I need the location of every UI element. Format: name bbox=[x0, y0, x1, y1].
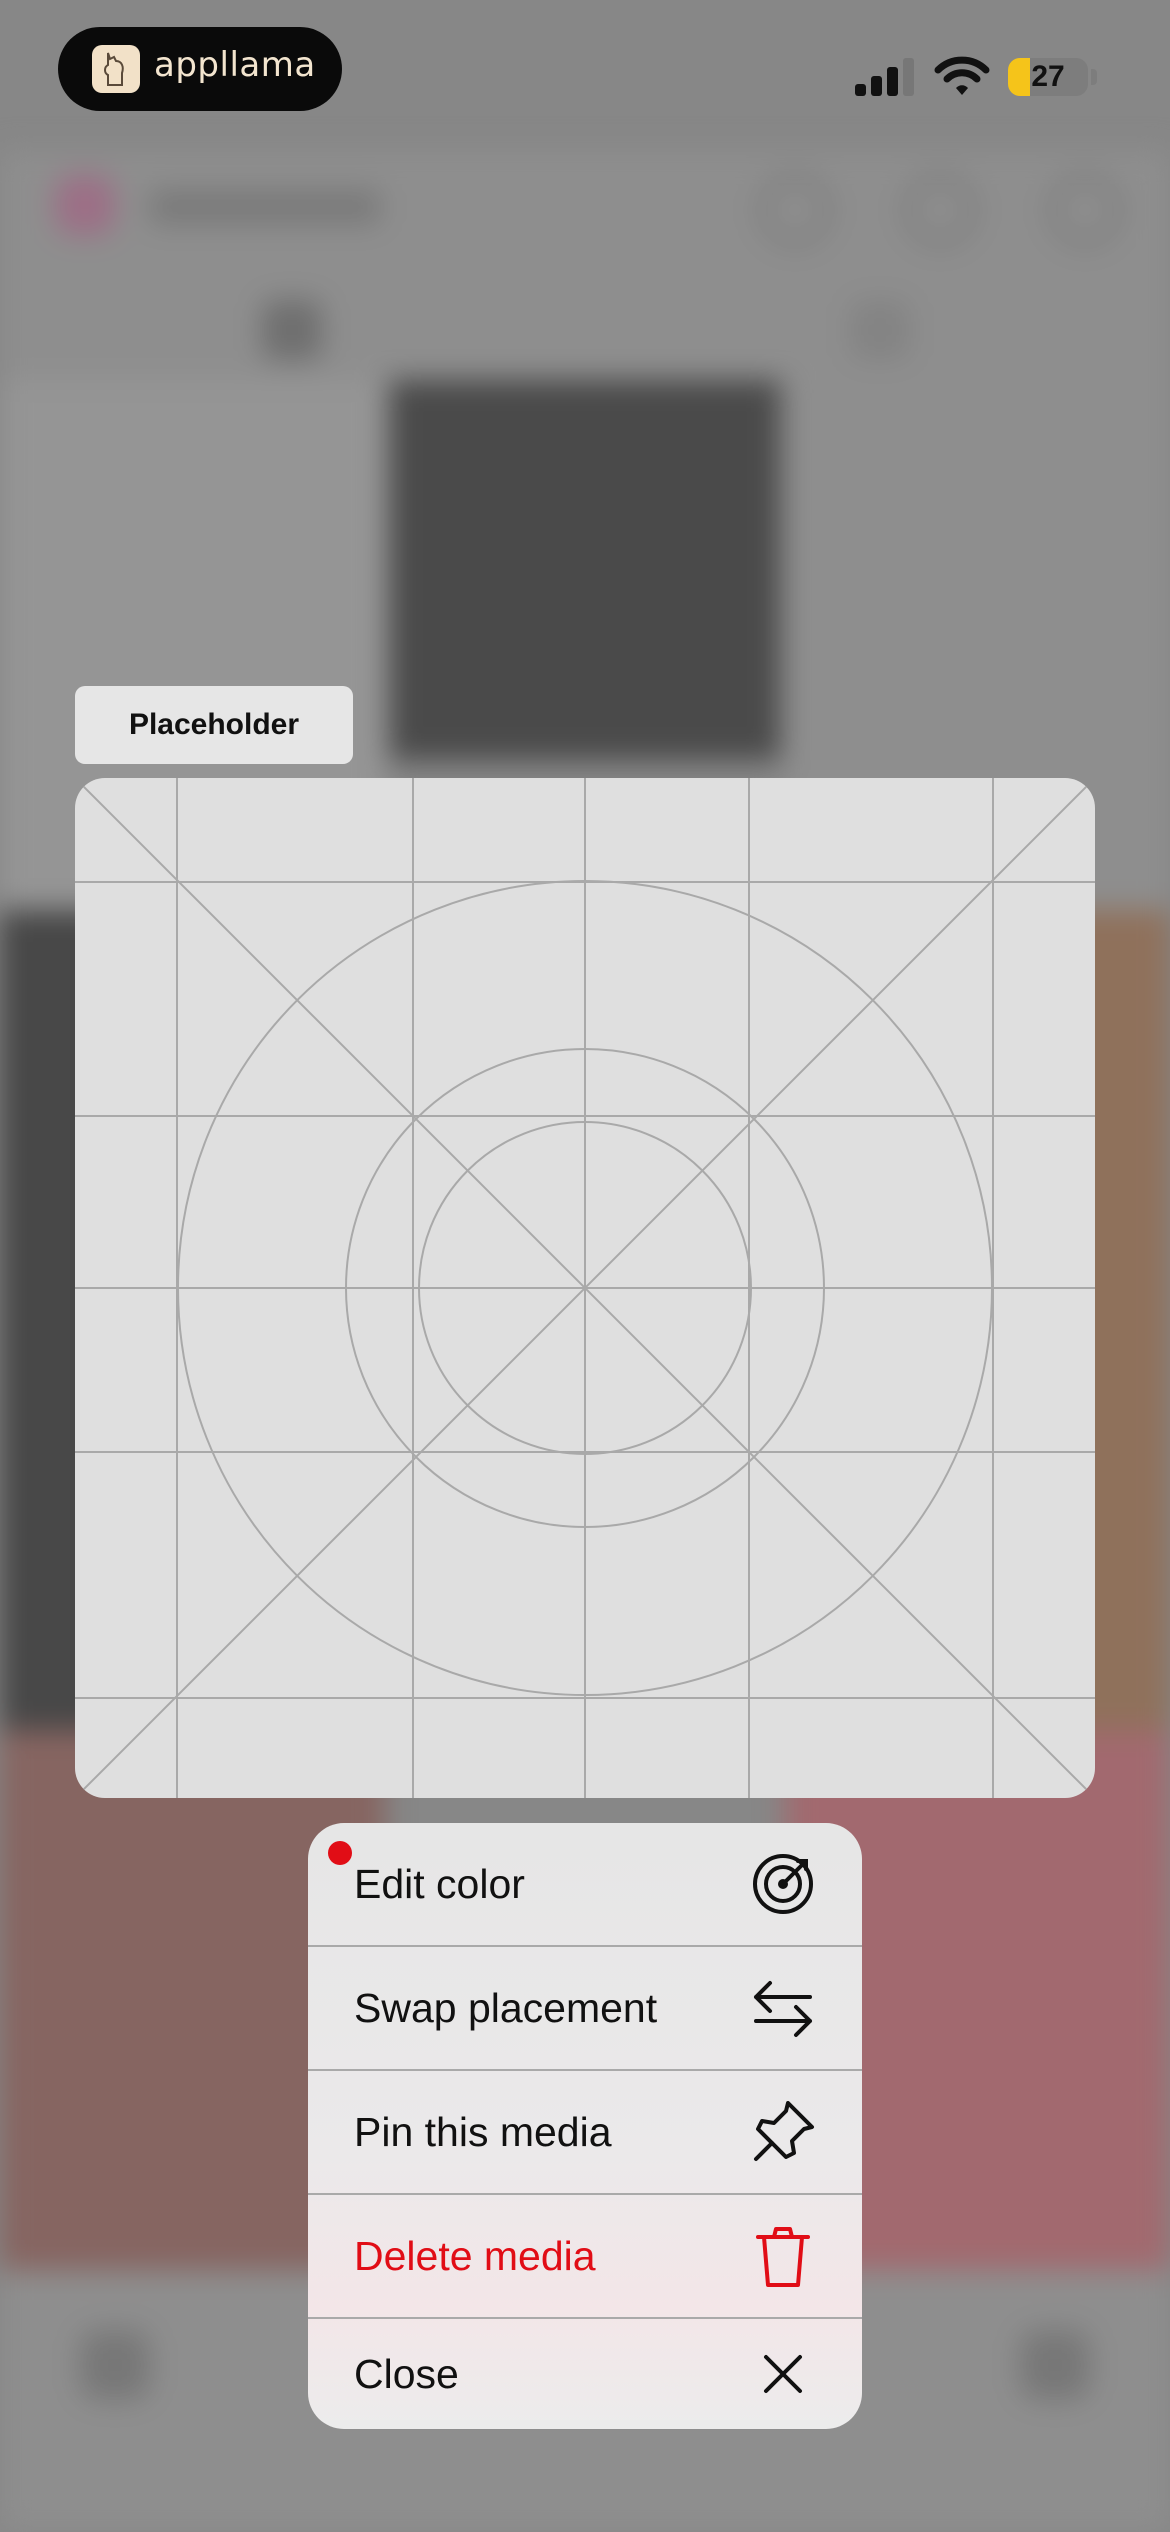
menu-item-label: Pin this media bbox=[354, 2108, 612, 2155]
close-icon bbox=[764, 2355, 802, 2393]
placeholder-grid-graphic bbox=[75, 778, 1095, 1798]
menu-item-swap-placement[interactable]: Swap placement bbox=[308, 1947, 862, 2071]
battery-tip bbox=[1091, 69, 1097, 85]
menu-item-label: Close bbox=[354, 2350, 459, 2397]
pin-icon bbox=[754, 2101, 814, 2161]
color-target-icon bbox=[753, 1854, 813, 1914]
menu-item-label: Edit color bbox=[354, 1860, 525, 1907]
media-title-label: Placeholder bbox=[75, 686, 353, 764]
menu-item-close[interactable]: Close bbox=[308, 2319, 862, 2429]
menu-item-pin-media[interactable]: Pin this media bbox=[308, 2071, 862, 2195]
menu-item-label: Swap placement bbox=[354, 1984, 658, 2031]
wifi-icon bbox=[934, 56, 990, 95]
battery-percentage: 27 bbox=[1031, 60, 1065, 93]
context-menu: Edit color Swap placement Pin this media… bbox=[308, 1823, 862, 2429]
placeholder-media[interactable] bbox=[75, 778, 1095, 1798]
swap-arrows-icon bbox=[754, 1981, 812, 2037]
battery-indicator: 27 bbox=[1008, 58, 1088, 96]
trash-icon bbox=[756, 2227, 810, 2287]
menu-item-edit-color[interactable]: Edit color bbox=[308, 1823, 862, 1947]
menu-item-label: Delete media bbox=[354, 2232, 596, 2279]
app-brand-pill: appllama bbox=[58, 27, 342, 111]
llama-logo-icon bbox=[92, 45, 140, 93]
app-brand-text: appllama bbox=[154, 45, 316, 85]
menu-item-delete-media[interactable]: Delete media bbox=[308, 2195, 862, 2319]
cellular-signal-icon bbox=[855, 56, 917, 96]
new-badge-dot bbox=[328, 1841, 352, 1865]
